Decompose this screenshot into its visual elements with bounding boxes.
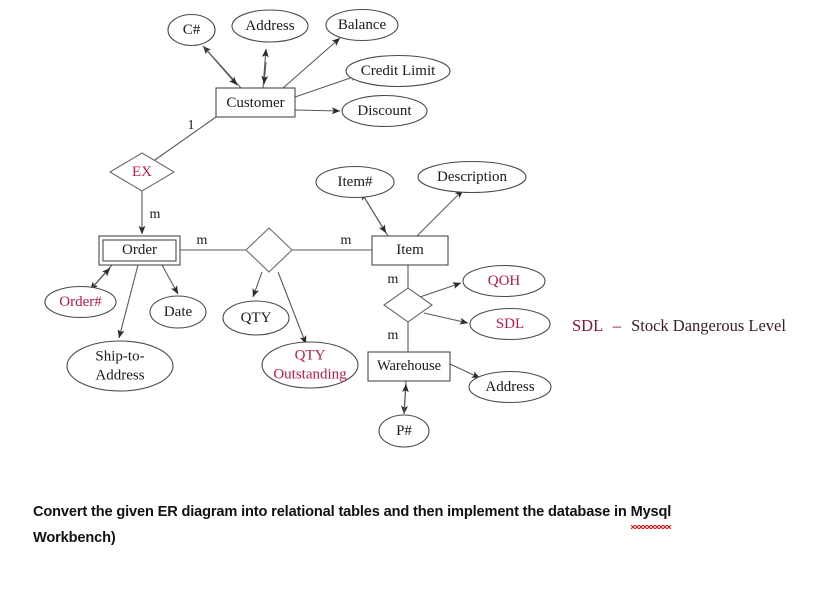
caption-misspelled-word: Mysql <box>630 500 671 529</box>
cardinality-1-customer: 1 <box>188 118 195 133</box>
attribute-i-description-label: Description <box>437 169 507 185</box>
edge-warehouse-waddress <box>449 363 481 379</box>
relationship-ex-label: EX <box>132 164 152 180</box>
attribute-c-balance-label: Balance <box>338 17 387 33</box>
caption-text: Convert the given ER diagram into relati… <box>33 500 773 551</box>
relationship-order-item[interactable] <box>245 227 293 273</box>
entity-order-label: Order <box>122 242 157 258</box>
attribute-qty-label: QTY <box>241 310 272 326</box>
attribute-c-address-label: Address <box>245 18 294 34</box>
attribute-i-num[interactable]: Item# <box>315 165 395 199</box>
attribute-c-num[interactable]: C# <box>167 13 216 47</box>
attribute-c-address[interactable]: Address <box>231 9 309 43</box>
attribute-sdl[interactable]: SDL <box>469 307 551 341</box>
edge-order-odate <box>161 264 179 295</box>
caption-line2: Workbench) <box>33 529 116 546</box>
edge-customer-cbalance <box>282 37 341 89</box>
attribute-o-num-label: Order# <box>59 294 102 310</box>
attribute-c-num-label: C# <box>183 22 201 38</box>
edge-onum-order <box>89 267 111 291</box>
legend-sdl: SDL – Stock Dangerous Level <box>572 316 786 335</box>
attribute-sdl-label: SDL <box>496 316 524 332</box>
cardinality-m-order-rel: m <box>197 233 208 248</box>
attribute-c-balance[interactable]: Balance <box>325 8 399 42</box>
attribute-i-description[interactable]: Description <box>417 160 527 194</box>
attribute-c-credit-limit-label: Credit Limit <box>361 63 436 79</box>
attribute-qty-outstanding-label-2: Outstanding <box>273 366 347 382</box>
attribute-p-num[interactable]: P# <box>378 414 430 448</box>
attribute-o-date-label: Date <box>164 304 193 320</box>
attribute-o-ship-to-address-label-1: Ship-to- <box>95 348 144 364</box>
entity-item[interactable]: Item <box>371 235 449 266</box>
entity-warehouse-label: Warehouse <box>377 358 441 374</box>
edge-inum-item <box>360 191 387 234</box>
entity-item-label: Item <box>396 242 424 258</box>
attribute-o-date[interactable]: Date <box>149 295 207 329</box>
cardinality-m-warehouse: m <box>388 328 399 343</box>
edge-order-shipto <box>117 264 139 339</box>
edge-customer-cdiscount <box>294 107 341 115</box>
relationship-ex[interactable]: EX <box>108 152 176 192</box>
edge-rellow-sdl <box>423 312 469 325</box>
attribute-p-num-label: P# <box>396 423 412 439</box>
edge-cnum-customer <box>202 45 238 86</box>
edge-customer-ex <box>151 116 217 163</box>
caption-line1-before: Convert the given ER diagram into relati… <box>33 504 631 520</box>
edge-rellow-qoh <box>419 282 462 298</box>
cardinality-m-item: m <box>388 272 399 287</box>
entity-customer-label: Customer <box>226 95 284 111</box>
legend-abbrev: SDL <box>572 316 603 335</box>
entity-warehouse[interactable]: Warehouse <box>367 351 451 382</box>
attribute-w-address-label: Address <box>485 379 534 395</box>
attribute-w-address[interactable]: Address <box>468 370 552 404</box>
relationship-item-warehouse[interactable] <box>383 287 433 323</box>
attribute-qty-outstanding[interactable]: QTY Outstanding <box>261 341 359 389</box>
edge-customer-ccredit <box>294 74 360 98</box>
entity-customer[interactable]: Customer <box>215 87 296 118</box>
edge-relmid-qty <box>252 271 263 298</box>
attribute-c-credit-limit[interactable]: Credit Limit <box>345 54 451 88</box>
attribute-qty[interactable]: QTY <box>222 300 290 336</box>
legend-expansion: Stock Dangerous Level <box>631 316 786 335</box>
attribute-o-num[interactable]: Order# <box>44 285 117 319</box>
cardinality-m-order: m <box>150 207 161 222</box>
attribute-qoh-label: QOH <box>488 273 521 289</box>
attribute-c-discount-label: Discount <box>357 103 412 119</box>
attribute-i-num-label: Item# <box>338 174 373 190</box>
entity-order[interactable]: Order <box>98 235 181 266</box>
cardinality-m-item-rel: m <box>341 233 352 248</box>
edge-item-idesc <box>416 189 464 237</box>
legend-dash: – <box>612 316 622 335</box>
attribute-qty-outstanding-label-1: QTY <box>295 347 326 363</box>
attribute-c-discount[interactable]: Discount <box>341 94 428 128</box>
attribute-o-ship-to-address-label-2: Address <box>95 367 144 383</box>
attribute-qoh[interactable]: QOH <box>462 264 546 298</box>
attribute-o-ship-to-address[interactable]: Ship-to- Address <box>66 340 174 392</box>
